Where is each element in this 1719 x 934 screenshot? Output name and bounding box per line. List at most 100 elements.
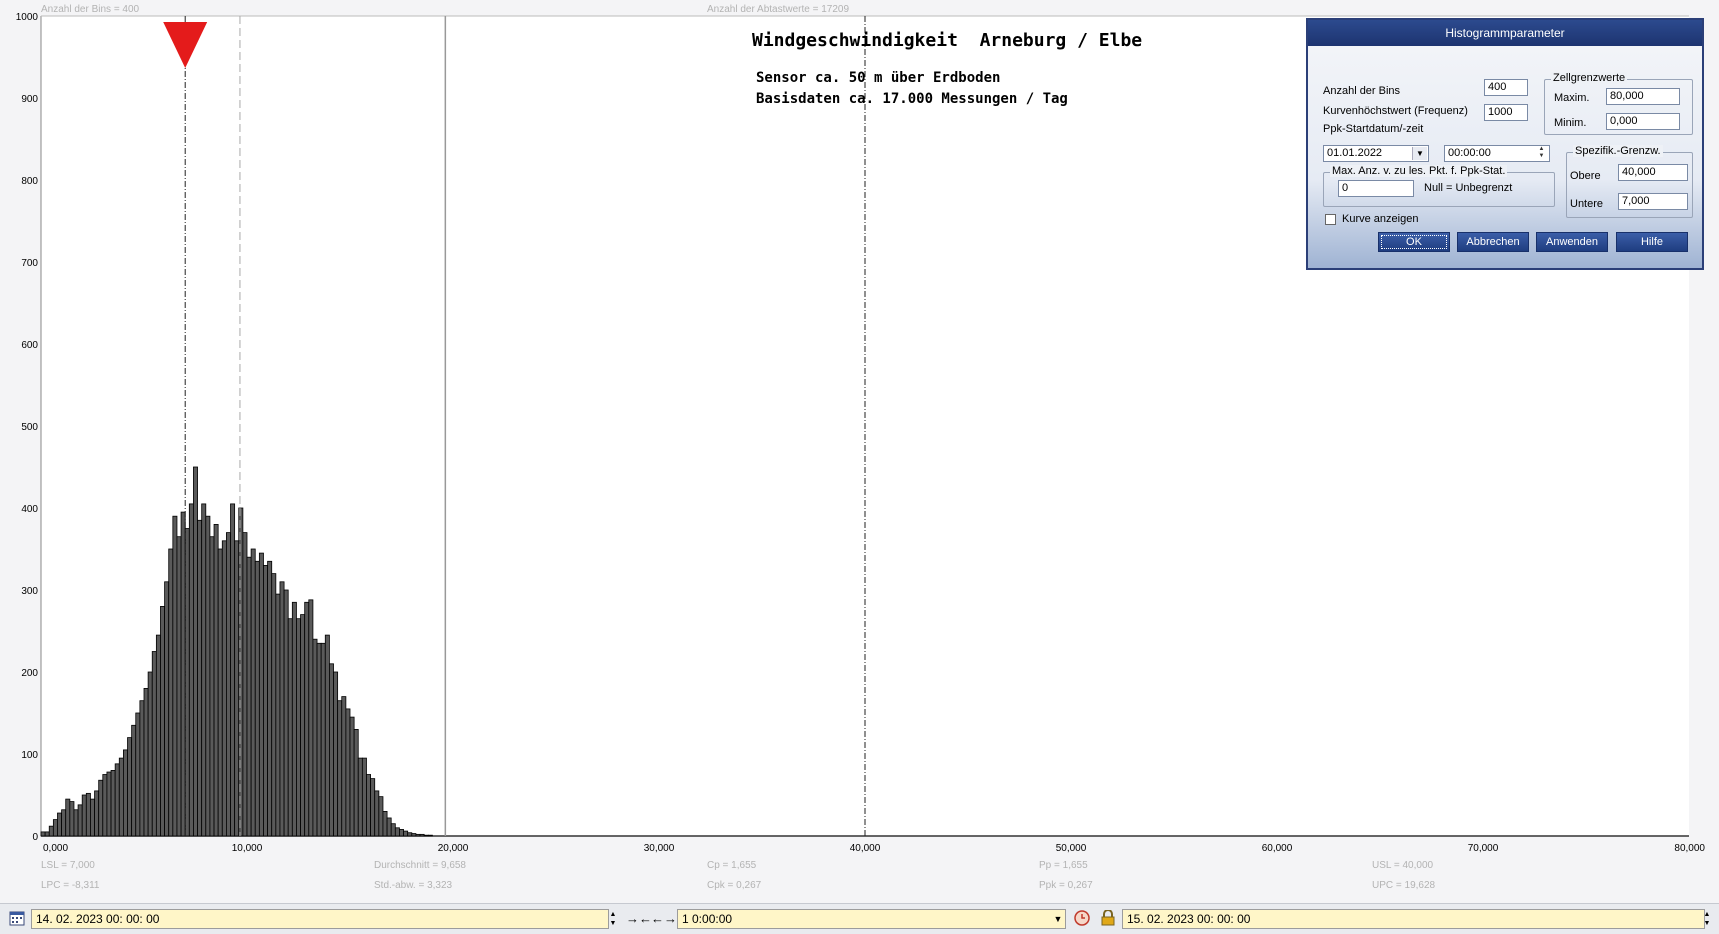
y-tick-label: 700 xyxy=(21,258,38,269)
histogram-bar xyxy=(48,825,54,837)
start-spinner-icon[interactable]: ▲ ▼ xyxy=(606,910,620,928)
y-tick-label: 400 xyxy=(21,504,38,515)
histogram-bar xyxy=(238,507,244,837)
histogram-bar xyxy=(65,798,71,837)
histogram-bar xyxy=(283,589,289,837)
upper-input[interactable]: 40,000 xyxy=(1618,164,1688,181)
histogram-bar xyxy=(427,834,433,837)
cancel-button[interactable]: Abbrechen xyxy=(1457,232,1529,252)
histogram-bar xyxy=(102,774,108,837)
apply-button[interactable]: Anwenden xyxy=(1536,232,1608,252)
x-tick-label: 30,000 xyxy=(644,843,675,854)
spinner-icon[interactable]: ▲ ▼ xyxy=(1535,146,1548,161)
cell-limits-title: Zellgrenzwerte xyxy=(1551,72,1628,84)
chevron-down-icon[interactable]: ▼ xyxy=(1051,910,1065,928)
lock-icon[interactable] xyxy=(1099,909,1117,928)
end-datetime-field[interactable]: 15. 02. 2023 00: 00: 00 xyxy=(1122,909,1705,929)
histogram-bar xyxy=(258,552,264,837)
histogram-bar xyxy=(312,638,318,837)
histogram-bar xyxy=(123,749,128,837)
ok-button[interactable]: OK xyxy=(1378,232,1450,252)
histogram-bar xyxy=(353,729,359,837)
ppk-date-select[interactable]: 01.01.2022 ▼ xyxy=(1323,145,1429,162)
histogram-bar xyxy=(143,688,149,837)
expand-arrows-icon[interactable]: ←→ xyxy=(651,910,677,928)
stat-lsl: LSL = 7,000 xyxy=(41,860,95,871)
histogram-bar xyxy=(275,593,281,837)
histogram-bar xyxy=(382,811,388,837)
histogram-bar xyxy=(155,634,161,837)
x-tick-label: 40,000 xyxy=(850,843,881,854)
histogram-bar xyxy=(69,801,75,837)
histogram-bar xyxy=(197,519,203,837)
histogram-bar xyxy=(110,770,116,837)
histogram-bar xyxy=(180,511,186,837)
histogram-bar xyxy=(52,819,58,837)
ppk-time-value: 00:00:00 xyxy=(1448,147,1491,159)
spec-limits-title: Spezifik.-Grenzw. xyxy=(1573,145,1663,157)
histogram-bar xyxy=(77,804,83,837)
interval-select[interactable]: 1 0:00:00 xyxy=(677,909,1066,929)
histogram-bar xyxy=(349,716,355,837)
max-label: Maxim. xyxy=(1554,92,1590,104)
chart-subtitle-1: Sensor ca. 50 m über Erdboden xyxy=(756,70,1001,86)
show-curve-checkbox[interactable] xyxy=(1325,214,1336,225)
max-input[interactable]: 80,000 xyxy=(1606,88,1680,105)
start-datetime-field[interactable]: 14. 02. 2023 00: 00: 00 xyxy=(31,909,609,929)
bins-input[interactable]: 400 xyxy=(1484,79,1528,96)
histogram-bar xyxy=(370,778,376,837)
histogram-bar xyxy=(81,794,87,837)
curve-max-label: Kurvenhöchstwert (Frequenz) xyxy=(1323,105,1468,117)
end-spinner-icon[interactable]: ▲ ▼ xyxy=(1700,910,1714,928)
histogram-bar xyxy=(151,651,157,837)
lower-input[interactable]: 7,000 xyxy=(1618,193,1688,210)
histogram-bar xyxy=(246,556,252,837)
min-label: Minim. xyxy=(1554,117,1587,129)
stat-upc: UPC = 19,628 xyxy=(1372,880,1436,891)
help-button[interactable]: Hilfe xyxy=(1616,232,1688,252)
stat-cp: Cp = 1,655 xyxy=(707,860,757,871)
histogram-bar xyxy=(205,515,211,837)
y-tick-label: 900 xyxy=(21,94,38,105)
histogram-bar xyxy=(328,663,334,837)
y-tick-label: 0 xyxy=(32,832,38,843)
histogram-bar xyxy=(337,700,343,837)
clock-icon[interactable] xyxy=(1072,910,1092,928)
chart-subtitle-2: Basisdaten ca. 17.000 Messungen / Tag xyxy=(756,91,1068,107)
ppk-time-input[interactable]: 00:00:00 ▲ ▼ xyxy=(1444,145,1550,162)
histogram-bar xyxy=(394,827,400,837)
histogram-bar xyxy=(114,763,120,837)
histogram-bar xyxy=(234,540,240,837)
x-tick-label: 10,000 xyxy=(232,843,263,854)
interval-value: 1 0:00:00 xyxy=(682,912,733,926)
histogram-bar xyxy=(118,757,124,837)
histogram-bar xyxy=(85,792,91,837)
histogram-bar xyxy=(304,601,310,837)
histogram-bar xyxy=(94,790,100,837)
histogram-bar xyxy=(407,832,413,837)
calendar-icon[interactable] xyxy=(8,910,26,928)
histogram-bar xyxy=(254,560,260,837)
bins-info: Anzahl der Bins = 400 xyxy=(41,4,140,15)
null-hint: Null = Unbegrenzt xyxy=(1424,182,1513,194)
collapse-arrows-icon[interactable]: →← xyxy=(626,910,652,928)
histogram-bar xyxy=(291,601,297,837)
histogram-bar xyxy=(415,833,421,837)
histogram-bar xyxy=(225,532,231,837)
histogram-bar xyxy=(168,548,174,837)
stat-usl: USL = 40,000 xyxy=(1372,860,1434,871)
min-input[interactable]: 0,000 xyxy=(1606,113,1680,130)
histogram-bar xyxy=(73,809,79,837)
histogram-bar xyxy=(296,618,301,837)
curve-max-input[interactable]: 1000 xyxy=(1484,104,1528,121)
max-points-title: Max. Anz. v. zu les. Pkt. f. Ppk-Stat. xyxy=(1330,165,1508,177)
histogram-bar xyxy=(333,671,339,837)
dialog-title: Histogrammparameter xyxy=(1308,20,1702,46)
histogram-bar xyxy=(131,724,137,837)
chevron-down-icon[interactable]: ▼ xyxy=(1412,147,1427,160)
histogram-bar xyxy=(386,817,392,837)
histogram-bar xyxy=(147,671,153,837)
histogram-bar xyxy=(188,503,194,837)
histogram-bar xyxy=(419,833,425,837)
max-points-input[interactable]: 0 xyxy=(1338,180,1414,197)
